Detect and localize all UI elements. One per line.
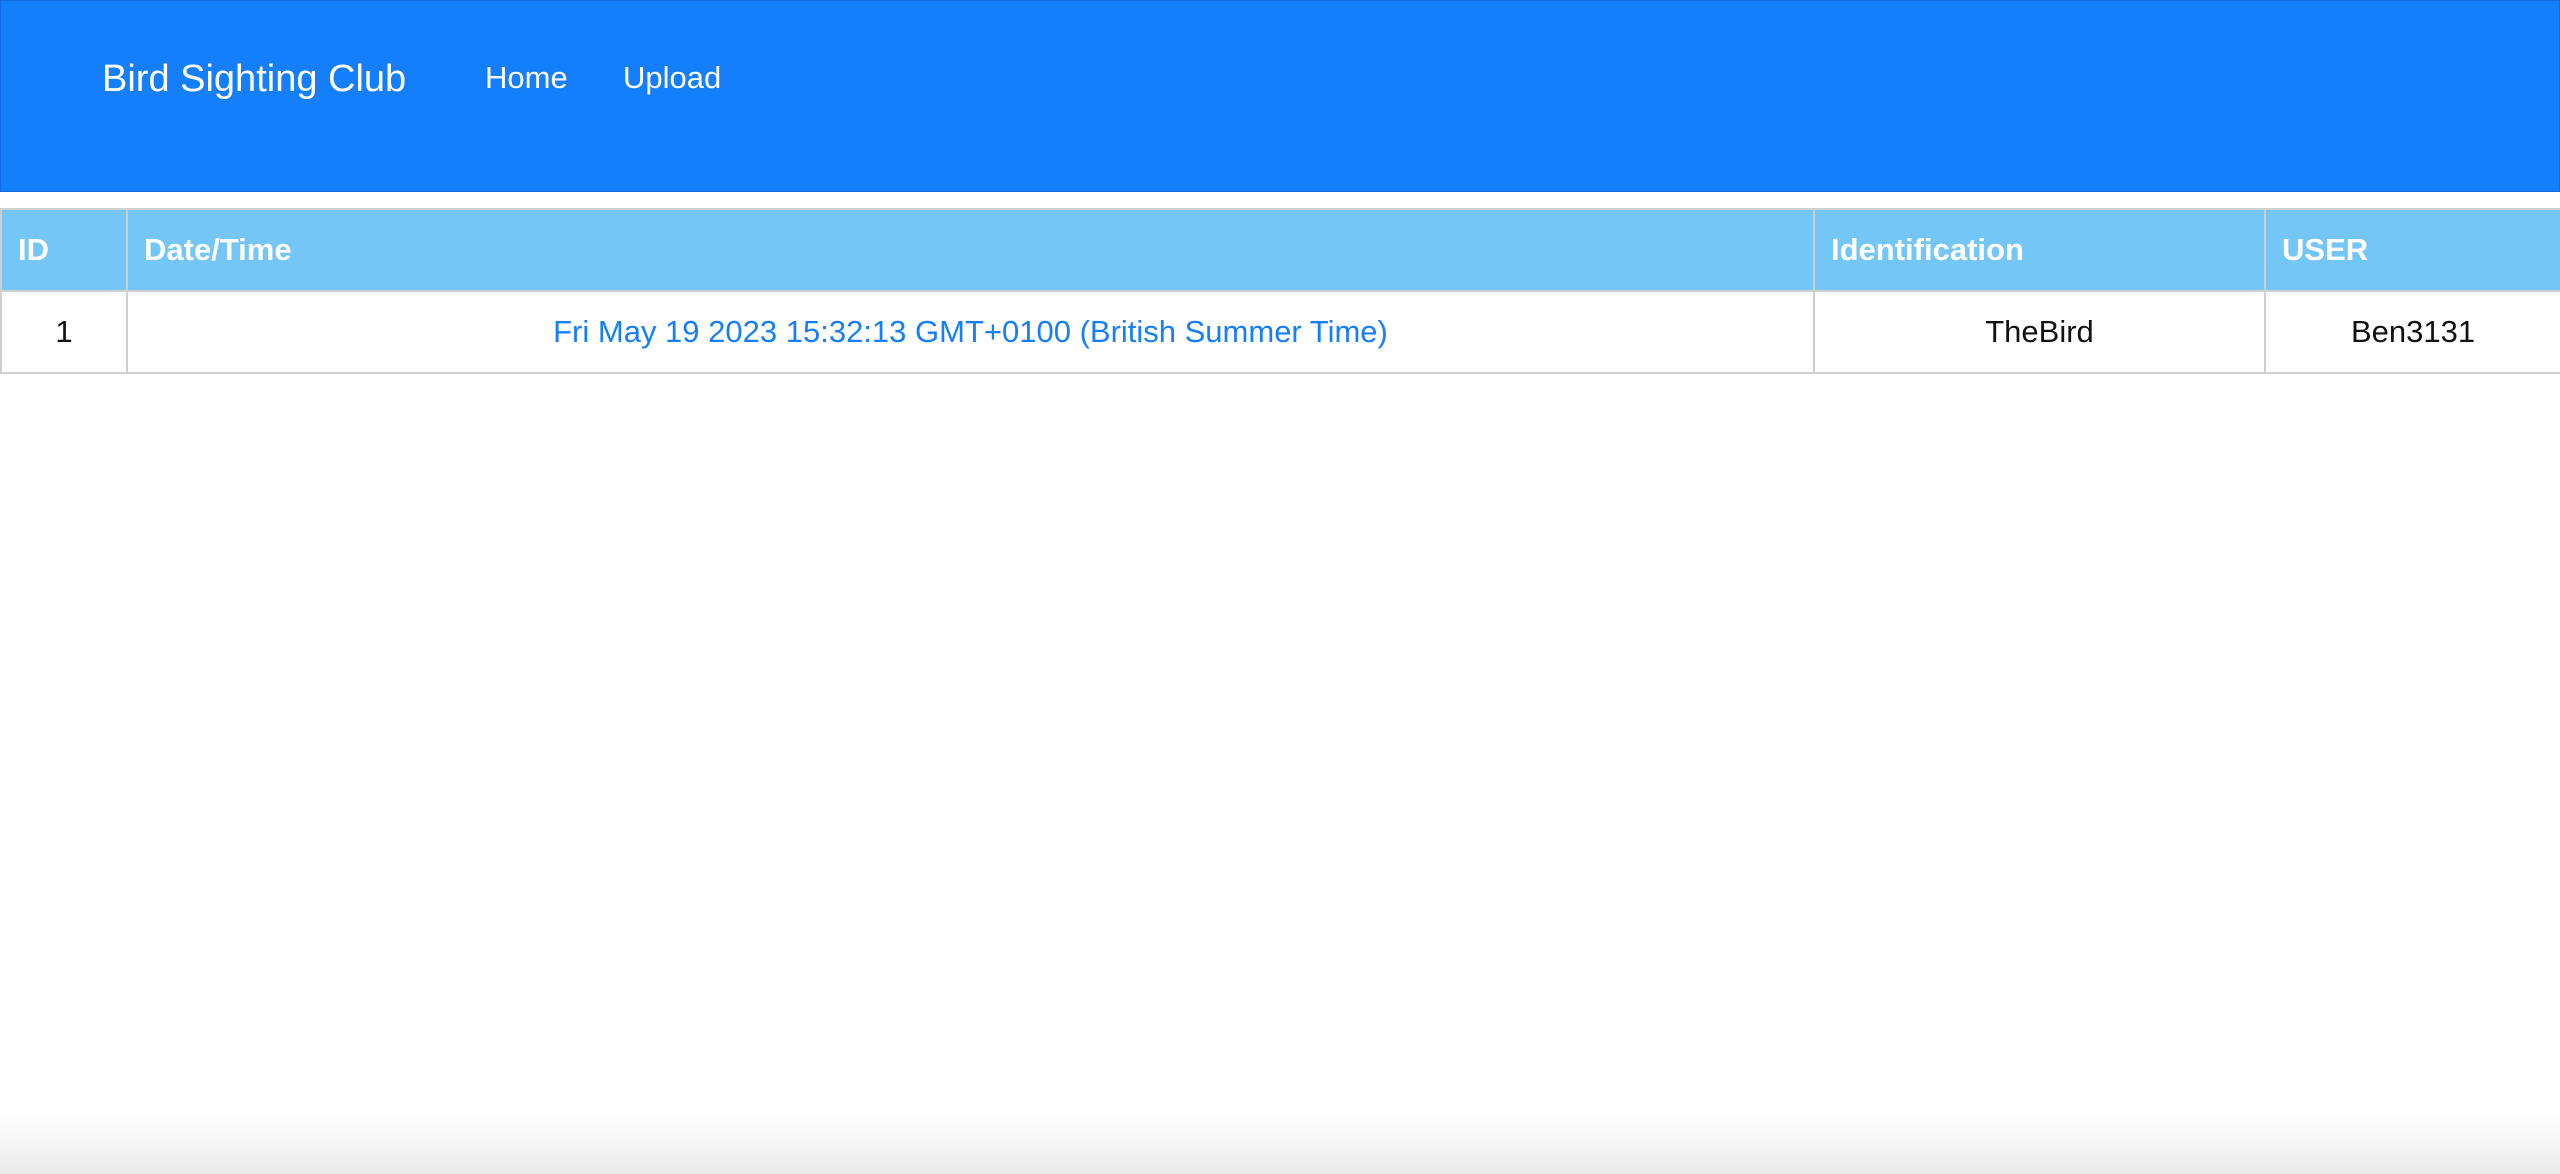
cell-id: 1 <box>0 290 128 374</box>
nav-home-link[interactable]: Home <box>485 58 568 98</box>
column-header-id: ID <box>0 208 128 292</box>
table-header-row: ID Date/Time Identification USER <box>0 208 2560 292</box>
sightings-table: ID Date/Time Identification USER 1 Fri M… <box>0 208 2560 374</box>
column-header-identification: Identification <box>1813 208 2266 292</box>
sighting-datetime-link[interactable]: Fri May 19 2023 15:32:13 GMT+0100 (Briti… <box>553 314 1388 349</box>
column-header-datetime: Date/Time <box>126 208 1815 292</box>
cell-user: Ben3131 <box>2264 290 2560 374</box>
cell-datetime: Fri May 19 2023 15:32:13 GMT+0100 (Briti… <box>126 290 1815 374</box>
column-header-user: USER <box>2264 208 2560 292</box>
bottom-shadow <box>0 1114 2560 1174</box>
navbar: Bird Sighting Club Home Upload <box>0 0 2560 192</box>
table-row: 1 Fri May 19 2023 15:32:13 GMT+0100 (Bri… <box>0 290 2560 374</box>
sightings-table-container: ID Date/Time Identification USER 1 Fri M… <box>0 208 2560 374</box>
brand-link[interactable]: Bird Sighting Club <box>102 55 406 103</box>
cell-identification: TheBird <box>1813 290 2266 374</box>
nav-upload-link[interactable]: Upload <box>623 58 721 98</box>
